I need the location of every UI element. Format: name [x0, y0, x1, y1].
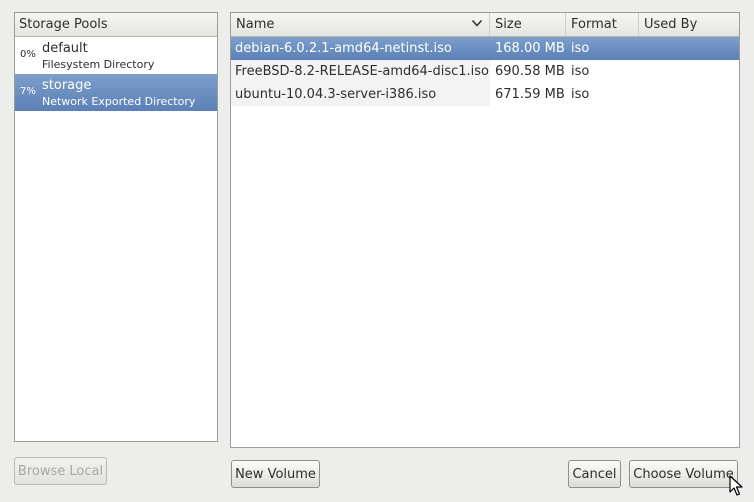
cancel-button-label: Cancel	[572, 466, 617, 482]
volume-name: debian-6.0.2.1-amd64-netinst.iso	[235, 41, 452, 56]
storage-pools-header[interactable]: Storage Pools	[15, 13, 217, 37]
column-header-format[interactable]: Format	[566, 13, 639, 36]
volume-used-by	[639, 83, 739, 106]
pool-name: storage	[42, 78, 92, 93]
browse-local-button-label: Browse Local	[17, 463, 104, 479]
cancel-button[interactable]: Cancel	[568, 460, 621, 488]
column-header-name-label: Name	[236, 17, 275, 32]
table-row[interactable]: debian-6.0.2.1-amd64-netinst.iso 168.00 …	[231, 37, 739, 60]
table-row[interactable]: FreeBSD-8.2-RELEASE-amd64-disc1.iso 690.…	[231, 60, 739, 83]
table-row[interactable]: ubuntu-10.04.3-server-i386.iso 671.59 MB…	[231, 83, 739, 106]
column-header-size-label: Size	[495, 17, 522, 32]
column-header-name[interactable]: Name	[231, 13, 490, 36]
pool-name: default	[42, 41, 88, 56]
volume-format: iso	[571, 64, 590, 79]
volume-used-by	[639, 60, 739, 83]
browse-local-button[interactable]: Browse Local	[14, 457, 107, 485]
new-volume-button-label: New Volume	[235, 466, 316, 482]
volume-format: iso	[571, 87, 590, 102]
choose-volume-button-label: Choose Volume	[633, 466, 734, 482]
volumes-table-header: Name Size Format Used By	[231, 13, 739, 37]
pool-item-storage[interactable]: 7% storage Network Exported Directory	[15, 74, 217, 111]
pool-usage: 7%	[20, 86, 36, 97]
storage-pools-list[interactable]: Storage Pools 0% default Filesystem Dire…	[14, 12, 218, 442]
mouse-pointer-icon	[729, 475, 743, 496]
pool-type: Network Exported Directory	[42, 95, 196, 108]
column-header-used-by[interactable]: Used By	[639, 13, 739, 36]
storage-pools-header-label: Storage Pools	[19, 17, 108, 32]
pool-item-default[interactable]: 0% default Filesystem Directory	[15, 37, 217, 74]
choose-volume-button[interactable]: Choose Volume	[629, 460, 738, 488]
volume-name: FreeBSD-8.2-RELEASE-amd64-disc1.iso	[231, 60, 490, 83]
volume-used-by	[639, 37, 739, 60]
volume-size: 168.00 MB	[495, 41, 565, 56]
volume-size: 690.58 MB	[495, 64, 565, 79]
volume-format: iso	[571, 41, 590, 56]
volume-size: 671.59 MB	[495, 87, 565, 102]
volumes-table[interactable]: Name Size Format Used By debian-6.0.2.1-…	[230, 12, 740, 448]
column-header-used-by-label: Used By	[644, 17, 698, 32]
chevron-down-icon	[471, 19, 483, 27]
column-header-size[interactable]: Size	[490, 13, 566, 36]
column-header-format-label: Format	[571, 17, 617, 32]
pool-usage: 0%	[20, 49, 36, 60]
pool-type: Filesystem Directory	[42, 58, 155, 71]
choose-storage-volume-dialog: Storage Pools 0% default Filesystem Dire…	[0, 0, 754, 502]
new-volume-button[interactable]: New Volume	[231, 460, 320, 488]
volume-name: ubuntu-10.04.3-server-i386.iso	[231, 83, 490, 106]
